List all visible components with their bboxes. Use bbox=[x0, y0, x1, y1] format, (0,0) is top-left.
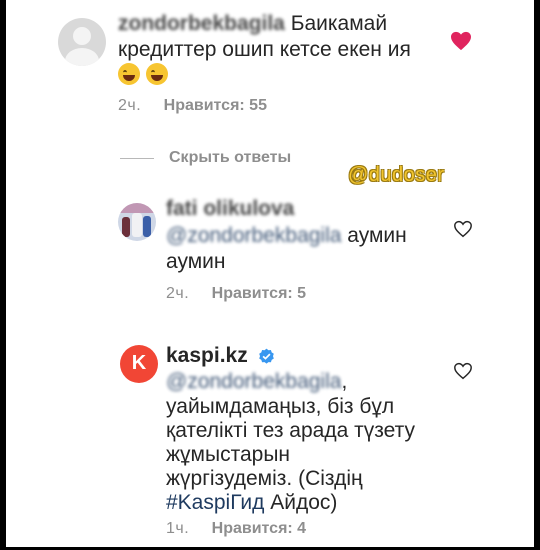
replies-divider bbox=[120, 158, 154, 159]
hide-replies-button[interactable]: Скрыть ответы bbox=[169, 149, 291, 167]
avatar-photo-detail bbox=[143, 216, 151, 237]
reply-2-signoff: Айдос) bbox=[270, 491, 338, 514]
reply-1-line-1: @zondorbekbagila аумин bbox=[166, 224, 407, 248]
comment-1-username[interactable]: zondorbekbagila bbox=[118, 12, 285, 35]
reply-1-text-line-2: аумин bbox=[166, 250, 226, 273]
avatar-photo-detail bbox=[132, 213, 142, 237]
avatar-default[interactable] bbox=[58, 18, 106, 66]
comment-1-time: 2ч. bbox=[118, 97, 142, 114]
comment-1-line-1: zondorbekbagila Баикамай bbox=[118, 12, 387, 36]
reply-2-meta: 1ч. Нравится: 4 bbox=[166, 520, 306, 538]
reply-1-meta: 2ч. Нравится: 5 bbox=[166, 285, 306, 303]
comment-1-text-line-2: кредиттер ошип кетсе екен ия bbox=[118, 38, 411, 61]
comment-1-meta: 2ч. Нравится: 55 bbox=[118, 97, 267, 115]
reply-1-mention[interactable]: @zondorbekbagila bbox=[166, 224, 341, 247]
reply-2-mention-line: @zondorbekbagila, bbox=[166, 370, 347, 394]
heart-filled-icon[interactable] bbox=[450, 31, 472, 51]
comments-panel: zondorbekbagila Баикамай кредиттер ошип … bbox=[6, 0, 534, 547]
reply-1-time: 2ч. bbox=[166, 285, 190, 302]
avatar-head-shape bbox=[73, 27, 91, 45]
avatar-photo-detail bbox=[118, 203, 156, 213]
avatar-body-shape bbox=[65, 48, 99, 66]
reply-2-mention[interactable]: @zondorbekbagila bbox=[166, 370, 341, 393]
avatar-kaspi[interactable]: K bbox=[120, 345, 158, 383]
reply-2-text-line: жүргізудеміз. (Сіздің bbox=[166, 467, 363, 490]
avatar-photo-detail bbox=[122, 217, 130, 237]
reply-2-time: 1ч. bbox=[166, 520, 190, 537]
reply-1-username[interactable]: fati olikulova bbox=[166, 197, 294, 221]
reply-2-last-line: #KaspiГид Айдос) bbox=[166, 491, 337, 515]
reply-2-text-line: жұмыстарын bbox=[166, 443, 291, 466]
screenshot-frame: zondorbekbagila Баикамай кредиттер ошип … bbox=[0, 0, 540, 550]
avatar-reply-1[interactable] bbox=[118, 203, 156, 241]
reply-2-hashtag[interactable]: #KaspiГид bbox=[166, 491, 264, 514]
tears-of-joy-emoji-icon bbox=[146, 63, 168, 86]
reply-2-text-line: уайымдамаңыз, біз бұл bbox=[166, 395, 395, 418]
reply-1-likes[interactable]: Нравится: 5 bbox=[212, 285, 306, 302]
reply-2-header: kaspi.kz bbox=[166, 344, 275, 368]
reply-2-text-line: қателікті тез арада түзету bbox=[166, 419, 415, 442]
heart-outline-icon[interactable] bbox=[453, 220, 473, 238]
comment-1-likes[interactable]: Нравится: 55 bbox=[164, 97, 267, 114]
reply-1-text-line-1: аумин bbox=[347, 224, 407, 247]
comment-1-emojis bbox=[118, 62, 174, 86]
watermark-text: @dudoser bbox=[348, 164, 445, 186]
reply-2-username[interactable]: kaspi.kz bbox=[166, 344, 248, 367]
heart-outline-icon[interactable] bbox=[453, 362, 473, 380]
comment-1-text-line-1: Баикамай bbox=[290, 12, 388, 35]
verified-badge-icon bbox=[258, 348, 274, 364]
avatar-kaspi-letter: K bbox=[131, 352, 147, 374]
reply-1-username-text[interactable]: fati olikulova bbox=[166, 197, 294, 220]
reply-2-likes[interactable]: Нравится: 4 bbox=[212, 520, 306, 537]
reply-2-mention-suffix: , bbox=[341, 370, 348, 393]
tears-of-joy-emoji-icon bbox=[118, 63, 140, 86]
